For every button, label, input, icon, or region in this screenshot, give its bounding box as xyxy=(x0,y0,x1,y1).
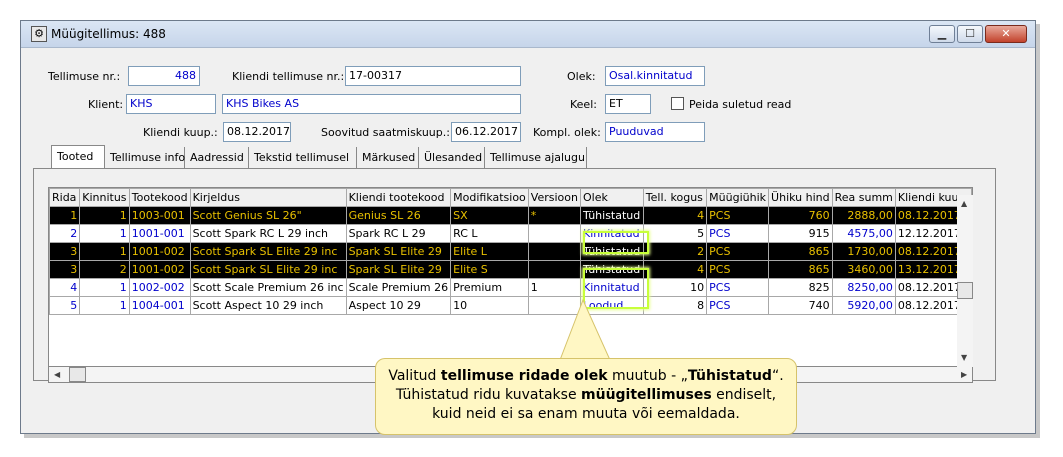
callout-note: Valitud tellimuse ridade olek muutub - „… xyxy=(375,358,797,435)
callout-line-3: kuid neid ei sa enam muuta või eemaldada… xyxy=(432,406,740,422)
callout-line-1: Valitud tellimuse ridade olek muutub - „… xyxy=(388,368,784,384)
callout-line-2: Tühistatud ridu kuvatakse müügitellimuse… xyxy=(395,387,777,403)
